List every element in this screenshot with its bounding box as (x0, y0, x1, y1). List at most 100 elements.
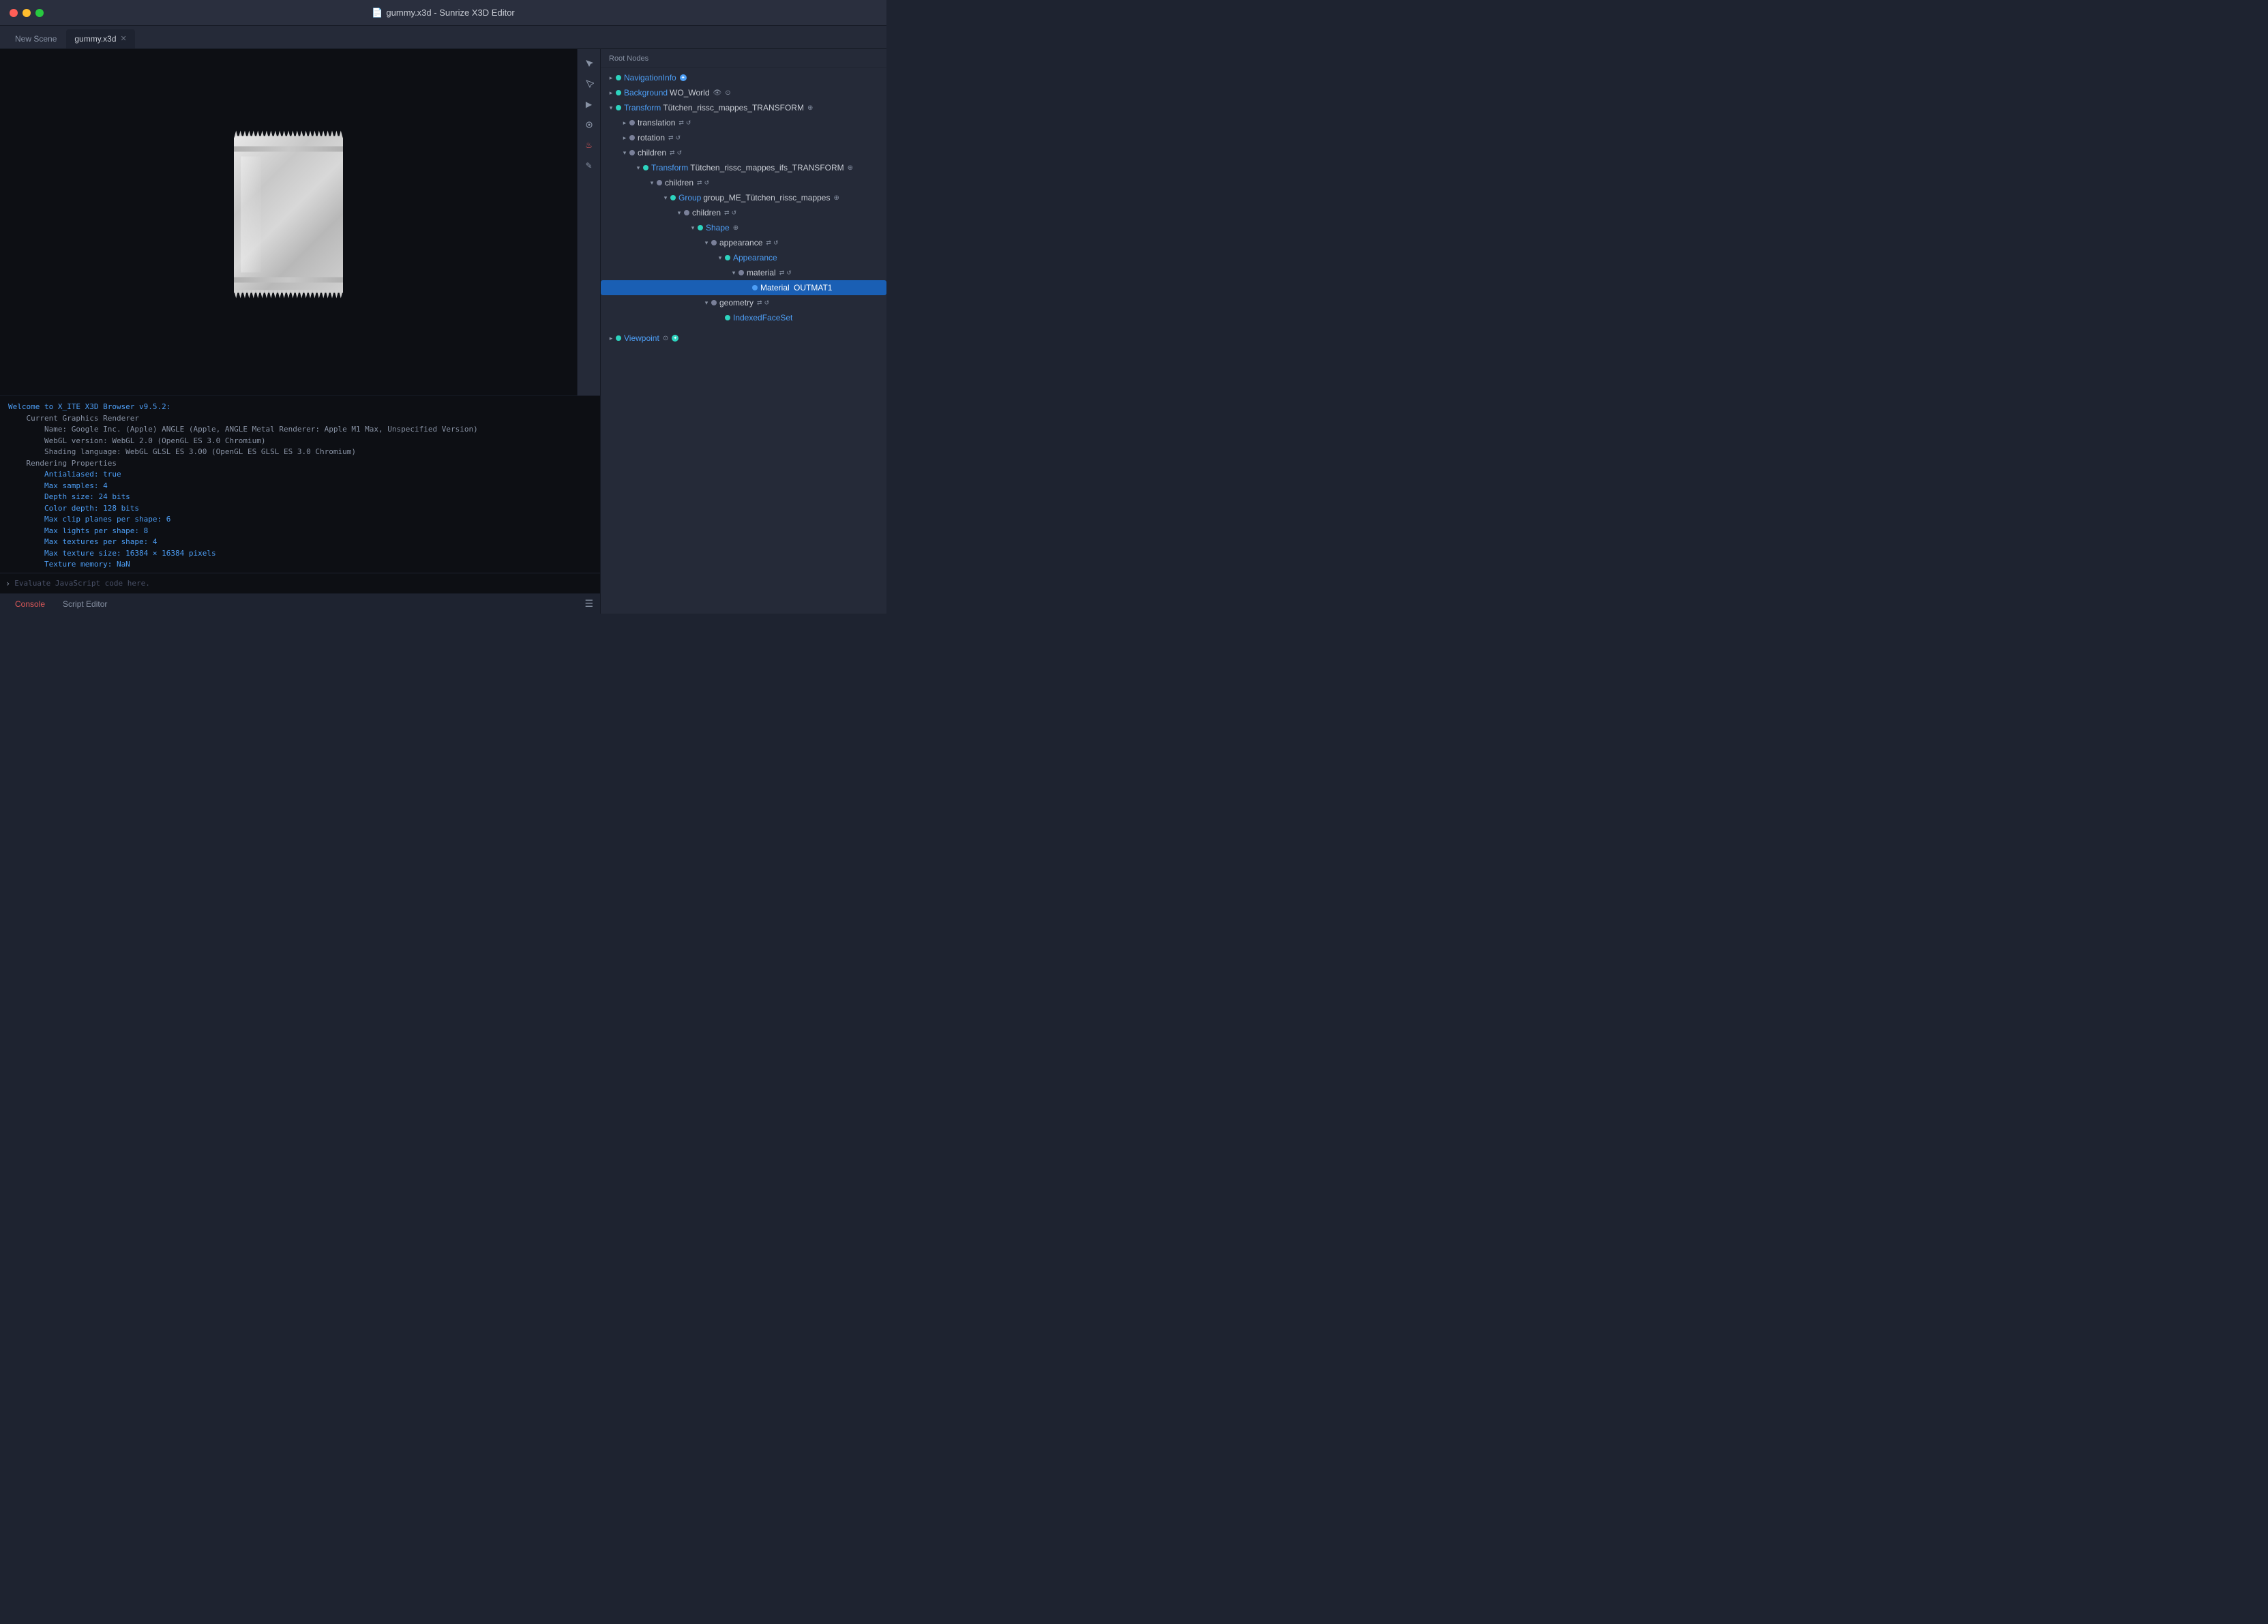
group-link-icon: ⊕ (833, 194, 839, 202)
transform-inner-arrow[interactable] (633, 163, 643, 172)
tree-node-material-node[interactable]: Material OUTMAT1 (601, 280, 886, 295)
tree-node-background[interactable]: Background WO_World 👁 ⊙ (601, 85, 886, 100)
appearance-node-arrow[interactable] (715, 253, 725, 262)
hamburger-menu-icon[interactable]: ☰ (584, 598, 593, 610)
console-welcome-line: Welcome to X_ITE X3D Browser v9.5.2: (8, 402, 592, 413)
children-inner-dot (657, 180, 662, 185)
tab-gummy[interactable]: gummy.x3d ✕ (66, 29, 134, 48)
nav-info-arrow[interactable] (606, 73, 616, 82)
console-line-6: Antialiased: true (8, 469, 592, 481)
select-tool-button[interactable] (580, 75, 598, 93)
console-line-1: Current Graphics Renderer (8, 413, 592, 425)
material-prop-label: material ⇄ ↺ (747, 268, 792, 277)
material-prop-arrow[interactable] (729, 268, 738, 277)
tree-node-viewpoint[interactable]: Viewpoint ⊙ ✦ (601, 331, 886, 346)
console-area: Welcome to X_ITE X3D Browser v9.5.2: Cur… (0, 395, 600, 593)
tab-new-scene-label: New Scene (15, 34, 57, 44)
tree-node-appearance-prop[interactable]: appearance ⇄ ↺ (601, 235, 886, 250)
transform-link-icon: ⊕ (807, 104, 813, 112)
console-input-field[interactable] (14, 579, 595, 588)
right-panel: Root Nodes NavigationInfo ✦ (600, 49, 886, 614)
scene-tree-scroll[interactable]: NavigationInfo ✦ Background WO_World 👁 ⊙ (601, 67, 886, 614)
translation-arrow[interactable] (620, 118, 629, 127)
nav-info-badge: ✦ (680, 74, 687, 81)
console-line-8: Depth size: 24 bits (8, 492, 592, 503)
camera-tool-button[interactable] (580, 116, 598, 134)
rotation-arrows-icon: ⇄ (668, 134, 674, 142)
background-label: Background WO_World 👁 ⊙ (624, 88, 731, 97)
viewpoint-arrow[interactable] (606, 333, 616, 343)
console-line-7: Max samples: 4 (8, 481, 592, 492)
transform-inner-link-icon: ⊕ (848, 164, 853, 172)
geometry-prop-arrow[interactable] (702, 298, 711, 307)
group-arrow[interactable] (661, 193, 670, 202)
tab-close-icon[interactable]: ✕ (121, 35, 127, 43)
scene-tree-header: Root Nodes (601, 49, 886, 67)
minimize-button[interactable] (23, 9, 31, 17)
tree-node-group[interactable]: Group group_ME_Tütchen_rissc_mappes ⊕ (601, 190, 886, 205)
console-line-3: WebGL version: WebGL 2.0 (OpenGL ES 3.0 … (8, 436, 592, 447)
appearance-prop-label: appearance ⇄ ↺ (719, 238, 778, 247)
appearance-prop-dot (711, 240, 717, 245)
children-root-dot (629, 150, 635, 155)
tree-node-rotation[interactable]: rotation ⇄ ↺ (601, 130, 886, 145)
3d-viewport-object (234, 136, 343, 293)
effect-tool-button[interactable]: ♨ (580, 136, 598, 154)
pointer-tool-button[interactable] (580, 55, 598, 72)
scene-tree: NavigationInfo ✦ Background WO_World 👁 ⊙ (601, 67, 886, 348)
background-arrow[interactable] (606, 88, 616, 97)
window-controls (10, 9, 44, 17)
tree-node-translation[interactable]: translation ⇄ ↺ (601, 115, 886, 130)
tab-bar: New Scene gummy.x3d ✕ (0, 26, 886, 49)
tool-sidebar: ▶ ♨ ✎ (577, 49, 600, 395)
appearance-prop-arrows-icon: ⇄ (766, 239, 771, 247)
play-button[interactable]: ▶ (580, 95, 598, 113)
tree-node-material-prop[interactable]: material ⇄ ↺ (601, 265, 886, 280)
tree-node-children-inner[interactable]: children ⇄ ↺ (601, 175, 886, 190)
tree-node-indexed-face-set[interactable]: IndexedFaceSet (601, 310, 886, 325)
console-line-2: Name: Google Inc. (Apple) ANGLE (Apple, … (8, 424, 592, 436)
rotation-arrow[interactable] (620, 133, 629, 142)
children-root-arrow[interactable] (620, 148, 629, 157)
tree-node-appearance-node[interactable]: Appearance (601, 250, 886, 265)
material-node-dot (752, 285, 758, 290)
viewport[interactable] (0, 49, 577, 395)
close-button[interactable] (10, 9, 18, 17)
nav-info-label: NavigationInfo ✦ (624, 73, 687, 82)
tab-new-scene[interactable]: New Scene (7, 29, 65, 48)
background-lock-icon: ⊙ (725, 89, 730, 97)
tree-node-children-root[interactable]: children ⇄ ↺ (601, 145, 886, 160)
translation-dot (629, 120, 635, 125)
bottom-tab-console[interactable]: Console (7, 596, 53, 612)
children-group-arrow[interactable] (674, 208, 684, 217)
shape-label: Shape ⊕ (706, 223, 738, 232)
children-inner-label: children ⇄ ↺ (665, 178, 709, 187)
console-output: Welcome to X_ITE X3D Browser v9.5.2: Cur… (0, 396, 600, 573)
title-bar: 📄 gummy.x3d - Sunrize X3D Editor (0, 0, 886, 26)
nav-info-dot (616, 75, 621, 80)
ifs-dot (725, 315, 730, 320)
group-label: Group group_ME_Tütchen_rissc_mappes ⊕ (678, 193, 839, 202)
children-inner-arrow[interactable] (647, 178, 657, 187)
children-root-label: children ⇄ ↺ (638, 148, 682, 157)
edit-tool-button[interactable]: ✎ (580, 157, 598, 175)
tree-node-nav-info[interactable]: NavigationInfo ✦ (601, 70, 886, 85)
tree-node-transform-root[interactable]: Transform Tütchen_rissc_mappes_TRANSFORM… (601, 100, 886, 115)
left-panel: ▶ ♨ ✎ Welcome to X_ITE X3D Brow (0, 49, 600, 614)
tree-node-shape[interactable]: Shape ⊕ (601, 220, 886, 235)
shape-arrow[interactable] (688, 223, 698, 232)
tree-node-geometry-prop[interactable]: geometry ⇄ ↺ (601, 295, 886, 310)
geometry-prop-arrows-icon: ⇄ (757, 299, 762, 307)
tree-node-transform-inner[interactable]: Transform Tütchen_rissc_mappes_ifs_TRANS… (601, 160, 886, 175)
console-prompt-icon: › (5, 579, 10, 588)
console-line-11: Max lights per shape: 8 (8, 526, 592, 537)
bottom-tab-script-editor[interactable]: Script Editor (55, 596, 115, 612)
console-input-row: › (0, 573, 600, 593)
transform-root-dot (616, 105, 621, 110)
transform-root-arrow[interactable] (606, 103, 616, 112)
appearance-prop-arrow[interactable] (702, 238, 711, 247)
tree-node-children-group[interactable]: children ⇄ ↺ (601, 205, 886, 220)
appearance-node-label: Appearance (733, 253, 777, 262)
maximize-button[interactable] (35, 9, 44, 17)
console-line-4: Shading language: WebGL GLSL ES 3.00 (Op… (8, 447, 592, 458)
